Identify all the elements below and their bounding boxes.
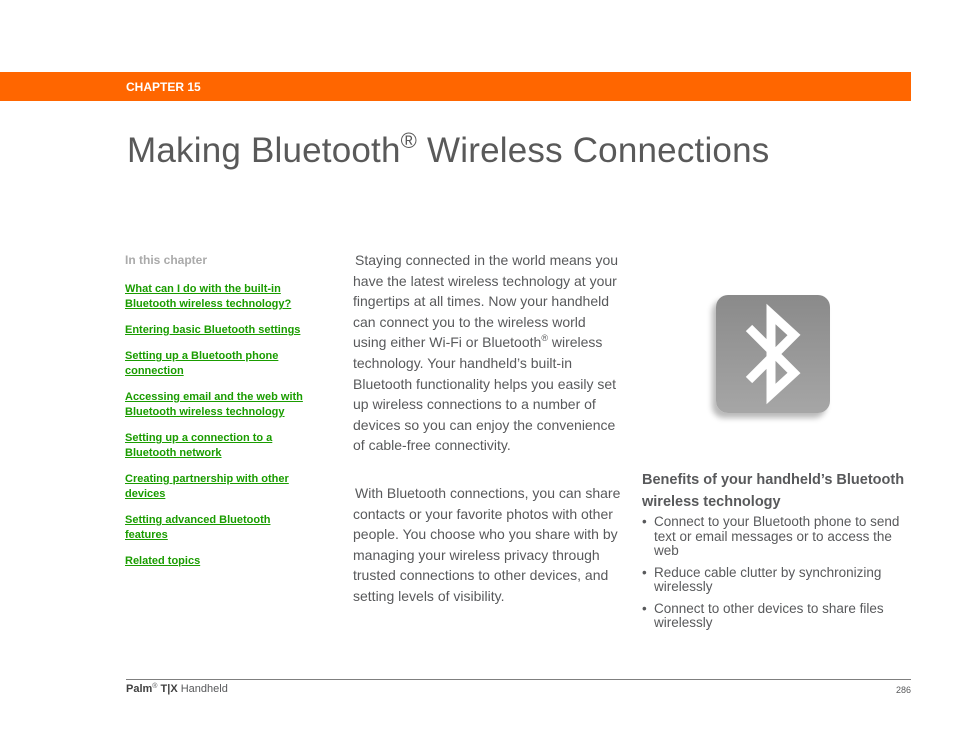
bluetooth-icon-image <box>716 295 830 415</box>
footer-model: T|X <box>160 683 178 695</box>
chapter-contents: In this chapter What can I do with the b… <box>125 253 305 580</box>
page-number: 286 <box>895 685 911 695</box>
benefit-item: • Connect to other devices to share files… <box>642 600 917 631</box>
title-text-end: Wireless Connections <box>417 131 770 170</box>
registered-mark: ® <box>541 333 548 344</box>
toc-link-partnership[interactable]: Creating partnership with other devices <box>125 472 305 502</box>
footer-divider <box>126 679 911 680</box>
chapter-label: CHAPTER 15 <box>126 80 201 94</box>
title-text-start: Making Bluetooth <box>127 131 401 170</box>
chapter-header-bar: CHAPTER 15 <box>0 72 911 101</box>
bluetooth-icon <box>716 295 830 413</box>
toc-link-basic-settings[interactable]: Entering basic Bluetooth settings <box>125 323 305 338</box>
footer-brand: Palm <box>126 683 153 695</box>
benefits-heading: Benefits of your handheld’s Bluetooth wi… <box>642 472 905 510</box>
intro-paragraph-1-part-b: wireless technology. Your handheld’s bui… <box>353 334 617 454</box>
benefit-text: Connect to other devices to share files … <box>654 600 884 630</box>
benefit-item: • Connect to your Bluetooth phone to send… <box>642 514 917 559</box>
benefit-item: • Reduce cable clutter by synchronizing w… <box>642 564 917 595</box>
intro-paragraph-2: With Bluetooth connections, you can shar… <box>353 484 621 604</box>
benefits-section: Benefits of your handheld’s Bluetooth wi… <box>642 469 917 638</box>
bluetooth-rune-glyph <box>745 303 801 405</box>
bullet-icon: • <box>642 600 647 616</box>
toc-link-related-topics[interactable]: Related topics <box>125 554 305 569</box>
bullet-icon: • <box>642 564 647 580</box>
footer-product-name: Palm® T|X Handheld <box>126 683 228 695</box>
registered-mark: ® <box>400 128 418 153</box>
toc-link-advanced-features[interactable]: Setting advanced Bluetooth features <box>125 513 305 543</box>
toc-link-what-can-i-do[interactable]: What can I do with the built-in Bluetoot… <box>125 282 305 312</box>
toc-link-email-web[interactable]: Accessing email and the web with Bluetoo… <box>125 390 305 420</box>
toc-link-phone-connection[interactable]: Setting up a Bluetooth phone connection <box>125 349 305 379</box>
benefits-list: • Connect to your Bluetooth phone to send… <box>642 514 917 631</box>
registered-mark: ® <box>152 683 158 690</box>
bullet-icon: • <box>642 514 647 529</box>
toc-heading: In this chapter <box>125 253 208 267</box>
intro-text: Staying connected in the world means you… <box>353 250 623 634</box>
toc-link-network-connection[interactable]: Setting up a connection to a Bluetooth n… <box>125 431 305 461</box>
benefit-text: Connect to your Bluetooth phone to send … <box>654 514 900 558</box>
benefit-text: Reduce cable clutter by synchronizing wi… <box>654 564 882 594</box>
footer-product: Handheld <box>177 683 228 695</box>
intro-paragraph-1: Staying connected in the world means you… <box>353 250 623 456</box>
page-title: Making Bluetooth® Wireless Connections <box>127 128 770 171</box>
